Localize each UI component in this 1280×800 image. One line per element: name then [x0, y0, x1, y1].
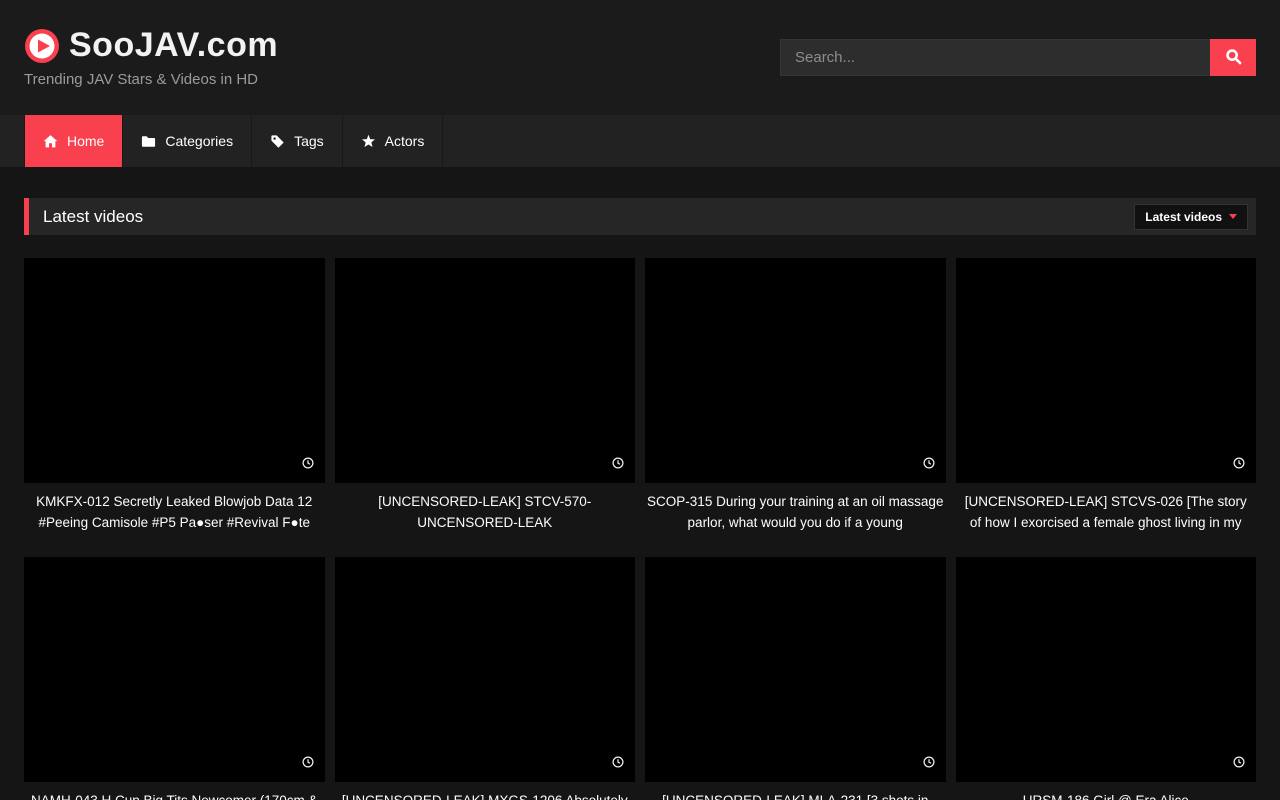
- search-form: [780, 39, 1256, 76]
- search-input[interactable]: [780, 39, 1210, 76]
- clock-icon: [1232, 456, 1246, 475]
- star-icon: [361, 134, 376, 149]
- clock-icon: [1232, 755, 1246, 774]
- video-thumbnail[interactable]: [335, 557, 636, 782]
- site-tagline: Trending JAV Stars & Videos in HD: [24, 71, 278, 88]
- video-card[interactable]: SCOP-315 During your training at an oil …: [645, 258, 946, 533]
- video-title[interactable]: [UNCENSORED-LEAK] MLA-231 [3 shots in: [645, 791, 946, 800]
- clock-icon: [301, 755, 315, 774]
- nav-item-actors[interactable]: Actors: [343, 115, 444, 167]
- video-title[interactable]: [UNCENSORED-LEAK] MXGS-1206 Absolutely: [335, 791, 636, 800]
- home-icon: [43, 134, 58, 149]
- clock-icon: [611, 755, 625, 774]
- caret-down-icon: [1229, 214, 1237, 219]
- video-card[interactable]: [UNCENSORED-LEAK] STCV-570-UNCENSORED-LE…: [335, 258, 636, 533]
- video-thumbnail[interactable]: [24, 557, 325, 782]
- video-title[interactable]: URSM-186 Girl @ Era Alice: [956, 791, 1257, 800]
- video-title[interactable]: [UNCENSORED-LEAK] STCV-570-UNCENSORED-LE…: [335, 492, 636, 533]
- video-card[interactable]: [UNCENSORED-LEAK] STCVS-026 [The story o…: [956, 258, 1257, 533]
- video-thumbnail[interactable]: [335, 258, 636, 483]
- video-card[interactable]: URSM-186 Girl @ Era Alice: [956, 557, 1257, 800]
- video-card[interactable]: KMKFX-012 Secretly Leaked Blowjob Data 1…: [24, 258, 325, 533]
- main-content: Latest videos Latest videos KMKFX-012 Se…: [0, 198, 1280, 800]
- clock-icon: [922, 755, 936, 774]
- clock-icon: [611, 456, 625, 475]
- video-grid: KMKFX-012 Secretly Leaked Blowjob Data 1…: [24, 258, 1256, 800]
- video-card[interactable]: [UNCENSORED-LEAK] MXGS-1206 Absolutely: [335, 557, 636, 800]
- video-thumbnail[interactable]: [645, 258, 946, 483]
- clock-icon: [301, 456, 315, 475]
- section-accent-bar: [24, 198, 29, 235]
- nav-item-tags[interactable]: Tags: [252, 115, 343, 167]
- section-title: Latest videos: [43, 207, 143, 227]
- folder-icon: [141, 134, 156, 149]
- search-icon: [1225, 48, 1242, 68]
- nav-item-home[interactable]: Home: [24, 115, 123, 167]
- tag-icon: [270, 134, 285, 149]
- main-nav: Home Categories Tags Actors: [0, 115, 1280, 167]
- video-title[interactable]: SCOP-315 During your training at an oil …: [645, 492, 946, 533]
- clock-icon: [922, 456, 936, 475]
- play-circle-icon: [24, 28, 60, 64]
- video-thumbnail[interactable]: [956, 258, 1257, 483]
- video-title[interactable]: KMKFX-012 Secretly Leaked Blowjob Data 1…: [24, 492, 325, 533]
- video-thumbnail[interactable]: [24, 258, 325, 483]
- nav-item-categories[interactable]: Categories: [123, 115, 252, 167]
- site-header: SooJAV.com Trending JAV Stars & Videos i…: [0, 0, 1280, 115]
- video-thumbnail[interactable]: [645, 557, 946, 782]
- section-header: Latest videos Latest videos: [24, 198, 1256, 235]
- video-card[interactable]: [UNCENSORED-LEAK] MLA-231 [3 shots in: [645, 557, 946, 800]
- sort-dropdown-label: Latest videos: [1145, 210, 1222, 224]
- sort-dropdown-button[interactable]: Latest videos: [1134, 204, 1248, 230]
- video-thumbnail[interactable]: [956, 557, 1257, 782]
- video-title[interactable]: NAMH-043 H Cup Big Tits Newcomer (170cm …: [24, 791, 325, 800]
- video-title[interactable]: [UNCENSORED-LEAK] STCVS-026 [The story o…: [956, 492, 1257, 533]
- search-button[interactable]: [1210, 39, 1256, 76]
- brand[interactable]: SooJAV.com Trending JAV Stars & Videos i…: [24, 27, 278, 87]
- site-title[interactable]: SooJAV.com: [69, 27, 278, 64]
- video-card[interactable]: NAMH-043 H Cup Big Tits Newcomer (170cm …: [24, 557, 325, 800]
